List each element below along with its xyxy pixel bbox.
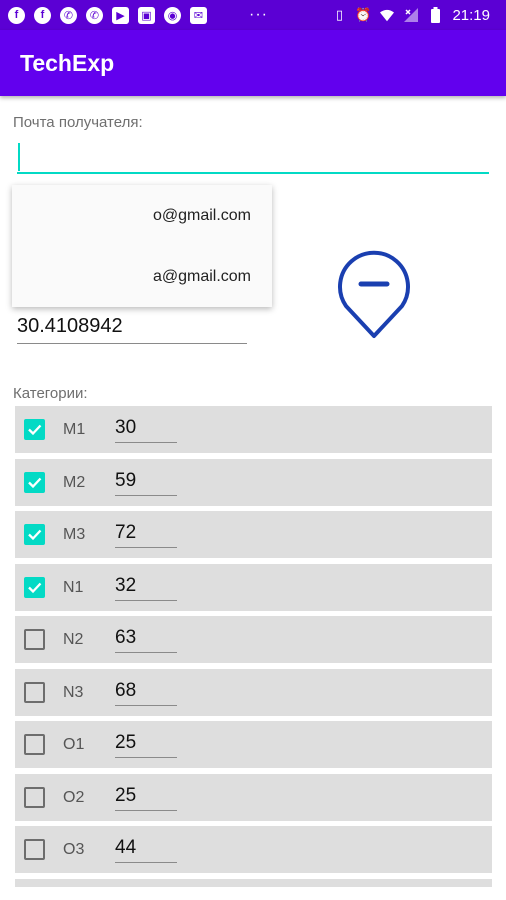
checkmark-icon bbox=[28, 424, 42, 436]
category-checkbox[interactable] bbox=[24, 786, 45, 808]
category-checkbox[interactable] bbox=[24, 629, 45, 650]
image-icon: ▣ bbox=[138, 6, 155, 24]
category-checkbox[interactable] bbox=[24, 419, 45, 440]
app-title: TechExp bbox=[20, 50, 115, 76]
category-value-input[interactable]: 59 bbox=[115, 467, 177, 496]
suggestion-item[interactable]: o@gmail.com bbox=[12, 185, 272, 246]
category-name: N1 bbox=[63, 578, 84, 596]
no-signal-icon bbox=[404, 7, 419, 23]
recipient-label: Почта получателя: bbox=[13, 114, 143, 131]
category-name: O1 bbox=[63, 736, 85, 753]
whatsapp-icon: ✆ bbox=[60, 6, 77, 24]
mail-icon: ✉ bbox=[190, 6, 207, 24]
category-checkbox[interactable] bbox=[24, 471, 45, 493]
categories-list: M1 30 M2 59 M3 72 N1 32 N2 63 N3 68 O1 2… bbox=[15, 406, 492, 892]
category-checkbox[interactable] bbox=[24, 576, 45, 598]
facebook-icon: f bbox=[8, 6, 25, 24]
alarm-icon: ⏰ bbox=[355, 7, 372, 22]
category-checkbox[interactable] bbox=[24, 734, 45, 755]
coordinate-field[interactable]: 30.4108942 bbox=[17, 312, 247, 344]
text-cursor bbox=[18, 143, 20, 171]
category-value-input[interactable]: 68 bbox=[115, 677, 177, 706]
clock: 21:19 bbox=[452, 6, 490, 24]
category-value-input[interactable]: 32 bbox=[115, 572, 177, 601]
category-row-partial bbox=[15, 878, 492, 887]
category-value-input[interactable]: 25 bbox=[115, 729, 177, 758]
status-bar: f f ✆ ✆ ▶ ▣ ◉ ✉ ··· ▯ ⏰ 21:19 bbox=[0, 0, 506, 30]
category-row: O2 25 bbox=[15, 773, 492, 821]
location-pin-icon[interactable] bbox=[334, 248, 414, 340]
category-checkbox[interactable] bbox=[24, 524, 45, 545]
category-name: M1 bbox=[63, 421, 86, 438]
category-row: N1 32 bbox=[15, 563, 492, 611]
suggestion-item[interactable]: a@gmail.com bbox=[12, 246, 272, 307]
app-bar: TechExp bbox=[0, 30, 506, 96]
notification-icons: f f ✆ ✆ ▶ ▣ ◉ ✉ bbox=[0, 6, 207, 24]
facebook-icon: f bbox=[34, 6, 51, 24]
category-name: M3 bbox=[63, 526, 86, 543]
category-value-input[interactable]: 44 bbox=[115, 834, 177, 863]
category-value-input[interactable]: 25 bbox=[115, 782, 177, 811]
battery-icon bbox=[428, 7, 442, 23]
category-row: M3 72 bbox=[15, 511, 492, 558]
email-suggestions-dropdown: o@gmail.com a@gmail.com bbox=[12, 185, 272, 307]
category-name: N3 bbox=[63, 683, 84, 701]
category-row: N2 63 bbox=[15, 616, 492, 663]
vibrate-icon: ▯ bbox=[335, 7, 344, 22]
category-name: O3 bbox=[63, 841, 85, 858]
category-row: M2 59 bbox=[15, 458, 492, 506]
category-checkbox[interactable] bbox=[24, 681, 45, 703]
circle-icon: ◉ bbox=[164, 6, 181, 24]
checkmark-icon bbox=[28, 529, 42, 541]
category-name: M2 bbox=[63, 473, 86, 491]
category-row: O3 44 bbox=[15, 826, 492, 873]
category-name: N2 bbox=[63, 631, 84, 648]
category-row: M1 30 bbox=[15, 406, 492, 453]
category-value-input[interactable]: 72 bbox=[115, 519, 177, 548]
category-checkbox[interactable] bbox=[24, 839, 45, 860]
more-notifications: ··· bbox=[249, 6, 268, 23]
wifi-icon bbox=[380, 7, 395, 23]
category-value-input[interactable]: 63 bbox=[115, 624, 177, 653]
video-call-icon: ▶ bbox=[112, 6, 129, 24]
categories-label: Категории: bbox=[13, 385, 88, 402]
category-value-input[interactable]: 30 bbox=[115, 414, 177, 443]
category-row: N3 68 bbox=[15, 668, 492, 716]
checkmark-icon bbox=[28, 582, 42, 593]
category-row: O1 25 bbox=[15, 721, 492, 768]
recipient-email-input[interactable] bbox=[17, 140, 489, 174]
system-icons: ▯ ⏰ 21:19 bbox=[332, 7, 506, 24]
whatsapp-icon: ✆ bbox=[86, 6, 103, 24]
category-name: O2 bbox=[63, 788, 85, 806]
checkmark-icon bbox=[28, 477, 42, 488]
